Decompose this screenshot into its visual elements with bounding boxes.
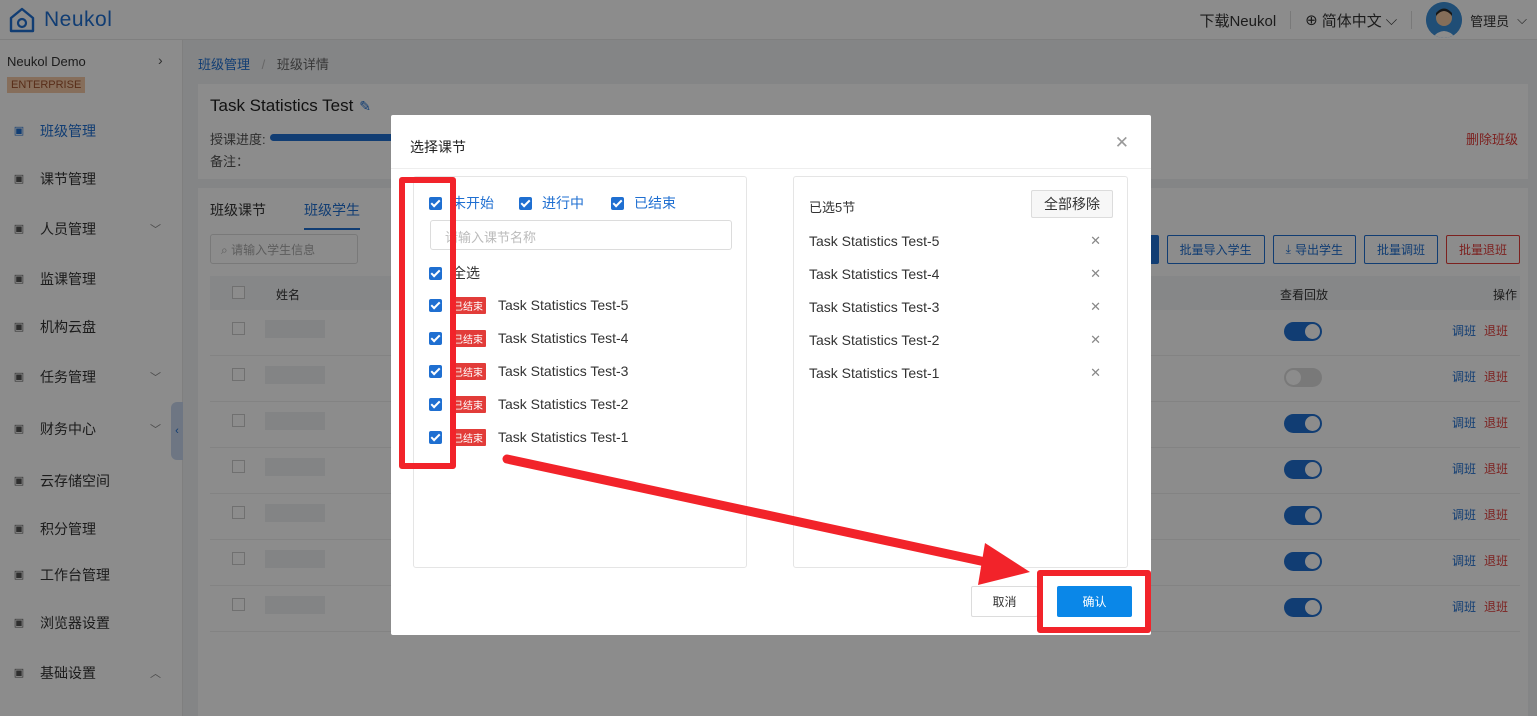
- close-icon[interactable]: ✕: [1115, 133, 1129, 153]
- cancel-button[interactable]: 取消: [971, 586, 1038, 617]
- selected-item: Task Statistics Test-2 ✕: [809, 332, 1109, 348]
- filter-label: 进行中: [542, 195, 584, 211]
- checkbox[interactable]: [611, 196, 624, 210]
- remove-icon[interactable]: ✕: [1090, 332, 1101, 348]
- selected-lesson-name: Task Statistics Test-4: [809, 266, 940, 282]
- lesson-name: Task Statistics Test-4: [498, 330, 629, 346]
- remove-all-button[interactable]: 全部移除: [1031, 190, 1113, 218]
- select-all-label: 全选: [452, 265, 480, 281]
- checkbox-highlight-box: [399, 177, 456, 469]
- selected-item: Task Statistics Test-1 ✕: [809, 365, 1109, 381]
- lesson-name: Task Statistics Test-1: [498, 429, 629, 445]
- filter-label: 已结束: [634, 195, 676, 211]
- confirm-highlight-box: [1037, 570, 1151, 633]
- lesson-name: Task Statistics Test-3: [498, 363, 629, 379]
- dialog-title: 选择课节: [410, 139, 466, 155]
- lesson-name: Task Statistics Test-2: [498, 396, 629, 412]
- selected-item: Task Statistics Test-3 ✕: [809, 299, 1109, 315]
- filter-in-progress[interactable]: 进行中: [519, 193, 584, 213]
- selected-lesson-name: Task Statistics Test-1: [809, 365, 940, 381]
- selected-item: Task Statistics Test-5 ✕: [809, 233, 1109, 249]
- remove-icon[interactable]: ✕: [1090, 365, 1101, 381]
- lesson-picker-panel: 未开始 进行中 已结束 请输入课节名称 全选 已结束 Task Statistic…: [413, 176, 747, 568]
- selected-lesson-name: Task Statistics Test-5: [809, 233, 940, 249]
- remove-icon[interactable]: ✕: [1090, 233, 1101, 249]
- checkbox[interactable]: [519, 196, 532, 210]
- selected-item: Task Statistics Test-4 ✕: [809, 266, 1109, 282]
- lesson-name: Task Statistics Test-5: [498, 297, 629, 313]
- lesson-item[interactable]: 已结束 Task Statistics Test-5: [429, 295, 628, 315]
- selected-count: 已选5节: [809, 200, 856, 215]
- lesson-search-input[interactable]: 请输入课节名称: [430, 220, 732, 250]
- lesson-item[interactable]: 已结束 Task Statistics Test-4: [429, 328, 628, 348]
- filter-finished[interactable]: 已结束: [611, 193, 676, 213]
- dialog-divider: [391, 168, 1151, 169]
- remove-icon[interactable]: ✕: [1090, 266, 1101, 282]
- lesson-item[interactable]: 已结束 Task Statistics Test-3: [429, 361, 628, 381]
- app-background: Neukol 下载Neukol ⊕ 简体中文 ⌵ 管理员 ⌵ Neukol De…: [0, 0, 1537, 716]
- selected-lesson-name: Task Statistics Test-2: [809, 332, 940, 348]
- select-lesson-dialog: 选择课节 ✕ 未开始 进行中 已结束 请输入课节名称 全选 已结束 Task St…: [391, 115, 1151, 635]
- lesson-item[interactable]: 已结束 Task Statistics Test-1: [429, 427, 628, 447]
- lesson-item[interactable]: 已结束 Task Statistics Test-2: [429, 394, 628, 414]
- selected-lesson-name: Task Statistics Test-3: [809, 299, 940, 315]
- remove-icon[interactable]: ✕: [1090, 299, 1101, 315]
- filter-label: 未开始: [452, 195, 494, 211]
- selected-lessons-panel: 已选5节 全部移除 Task Statistics Test-5 ✕ Task St…: [793, 176, 1128, 568]
